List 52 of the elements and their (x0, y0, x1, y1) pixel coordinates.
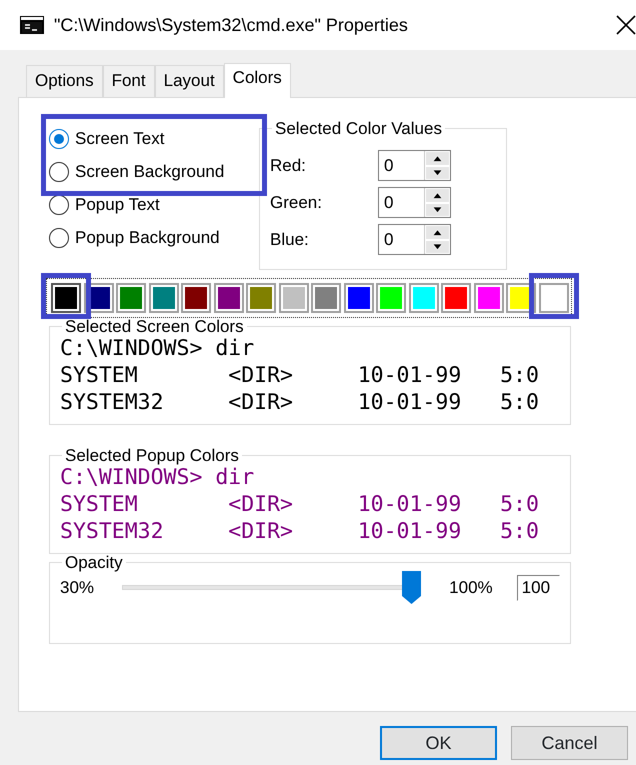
color-swatch[interactable] (116, 283, 146, 313)
radio-label[interactable]: Screen Background (75, 158, 224, 184)
color-swatch[interactable] (51, 283, 81, 313)
console-text: SYSTEM32 <DIR> 10-01-99 5:0 (60, 389, 540, 416)
tab[interactable]: Font (102, 65, 155, 97)
color-swatch[interactable] (344, 283, 374, 313)
color-swatch[interactable] (148, 283, 178, 313)
radio-label[interactable]: Screen Text (75, 126, 164, 152)
console-text: C:\WINDOWS> dir (60, 335, 256, 362)
number-spinner[interactable]: 0 (378, 150, 451, 181)
tab[interactable]: Options (26, 65, 103, 97)
group-title: Selected Color Values (274, 120, 443, 137)
opacity-slider[interactable] (122, 571, 422, 604)
color-swatch[interactable] (278, 283, 308, 313)
console-icon (20, 16, 44, 34)
color-swatch[interactable] (408, 283, 438, 313)
color-swatch[interactable] (181, 283, 211, 313)
field-label: Green: (270, 192, 323, 214)
radio-label[interactable]: Popup Text (75, 192, 160, 218)
color-swatch[interactable] (474, 283, 504, 313)
close-icon[interactable] (616, 15, 636, 35)
console-text: SYSTEM32 <DIR> 10-01-99 5:0 (60, 518, 540, 545)
window-title: "C:\Windows\System32\cmd.exe" Properties (54, 14, 408, 37)
console-text: SYSTEM <DIR> 10-01-99 5:0 (60, 362, 540, 389)
tab[interactable]: Colors (224, 63, 291, 98)
radio-button[interactable] (49, 194, 69, 214)
opacity-field[interactable]: 100 (516, 574, 560, 600)
color-swatch[interactable] (376, 283, 406, 313)
color-swatch[interactable] (538, 283, 568, 313)
color-swatch[interactable] (246, 283, 276, 313)
radio-label[interactable]: Popup Background (75, 224, 220, 250)
console-text: SYSTEM <DIR> 10-01-99 5:0 (60, 491, 540, 518)
number-spinner[interactable]: 0 (378, 187, 451, 218)
min-label: 30% (60, 576, 94, 599)
dialog-button[interactable]: OK (380, 726, 497, 760)
field-label: Blue: (270, 228, 310, 251)
group-title: Selected Screen Colors (64, 318, 245, 335)
radio-button[interactable] (49, 228, 69, 248)
field-label: Red: (270, 154, 307, 177)
tab[interactable]: Layout (154, 65, 224, 97)
max-label: 100% (449, 576, 493, 599)
console-text: C:\WINDOWS> dir (60, 464, 256, 491)
dialog-button[interactable]: Cancel (511, 726, 628, 760)
color-swatch[interactable] (441, 283, 471, 313)
number-spinner[interactable]: 0 (378, 224, 451, 255)
radio-button[interactable] (49, 128, 69, 148)
group-title: Selected Popup Colors (64, 447, 240, 464)
color-swatch[interactable] (214, 283, 244, 313)
group-title: Opacity (64, 554, 124, 571)
slider-thumb[interactable] (402, 571, 422, 604)
radio-button[interactable] (49, 162, 69, 182)
color-swatch[interactable] (311, 283, 341, 313)
